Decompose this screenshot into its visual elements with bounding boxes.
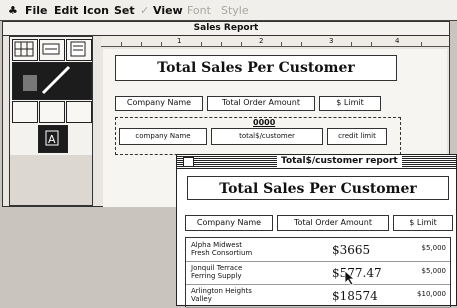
menu-set[interactable]: Set [114,4,135,17]
layout-formula-label: 0000 [253,118,276,127]
menu-view[interactable]: View [153,4,183,17]
close-box-icon[interactable] [183,157,194,167]
menu-bar: ♣ File Edit Icon Set ✓ View Font Style [0,0,457,21]
text-tool-icon[interactable]: A [38,125,68,153]
palette-blank-area [10,155,92,205]
layout-header-company[interactable]: Company Name [115,96,203,111]
menu-style[interactable]: Style [221,4,249,17]
window-title-bar[interactable]: Total$/customer report [177,155,456,169]
column-header-limit: $ Limit [393,215,453,231]
row-total: $577.47 [332,266,382,280]
layout-field-total[interactable]: total$/customer [211,128,323,145]
layout-field-company[interactable]: company Name [119,128,207,145]
apple-menu-icon[interactable]: ♣ [8,4,18,17]
ruler-tick-label: 4 [395,37,400,45]
row-limit: $5,000 [421,267,447,275]
svg-text:A: A [48,133,56,146]
row-limit: $5,000 [421,244,447,252]
table-row: Arlington Heights Valley $18574 $10,000 [186,284,450,308]
row-total: $3665 [332,243,371,257]
row-name: Alpha Midwest Fresh Consortium [191,241,253,257]
list-tool-icon[interactable] [66,39,92,61]
layout-field-limit[interactable]: credit limit [327,128,387,145]
report-rows: Alpha Midwest Fresh Consortium $3665 $5,0… [185,237,451,308]
menu-check-mark: ✓ [140,4,150,17]
mouse-pointer-icon [344,270,356,290]
window-title: Total$/customer report [277,155,402,168]
menu-icon[interactable]: Icon [83,4,109,17]
row-total: $18574 [332,289,378,303]
grid-tool-icon[interactable] [12,39,38,61]
table-row: Alpha Midwest Fresh Consortium $3665 $5,0… [186,238,450,262]
ruler-tick-label: 1 [177,37,182,45]
report-title: Total Sales Per Customer [187,176,449,200]
table-row: Jonquil Terrace Ferring Supply $577.47 $5… [186,261,450,285]
ruler-tick-label: 3 [329,37,334,45]
menu-file[interactable]: File [25,4,48,17]
layout-header-limit[interactable]: $ Limit [319,96,381,111]
row-name: Arlington Heights Valley [191,287,252,303]
layout-report-title[interactable]: Total Sales Per Customer [115,55,397,81]
menu-edit[interactable]: Edit [54,4,78,17]
column-header-company: Company Name [185,215,273,231]
column-header-total: Total Order Amount [277,215,389,231]
report-preview-window: Total$/customer report Total Sales Per C… [176,154,457,308]
row-name: Jonquil Terrace Ferring Supply [191,264,243,280]
tool-palette: A [9,36,93,206]
ruler-tick-label: 2 [259,37,264,45]
window-title[interactable]: Sales Report [3,22,449,36]
oval-tool-icon[interactable] [66,101,92,123]
row-limit: $10,000 [417,290,446,298]
line-tool-icon[interactable] [12,62,92,100]
rectangle-tool-icon[interactable] [12,101,38,123]
menu-font[interactable]: Font [187,4,211,17]
field-tool-icon[interactable] [39,39,65,61]
rounded-rect-tool-icon[interactable] [39,101,65,123]
layout-header-total[interactable]: Total Order Amount [207,96,315,111]
ruler: 1 2 3 4 [101,36,449,47]
